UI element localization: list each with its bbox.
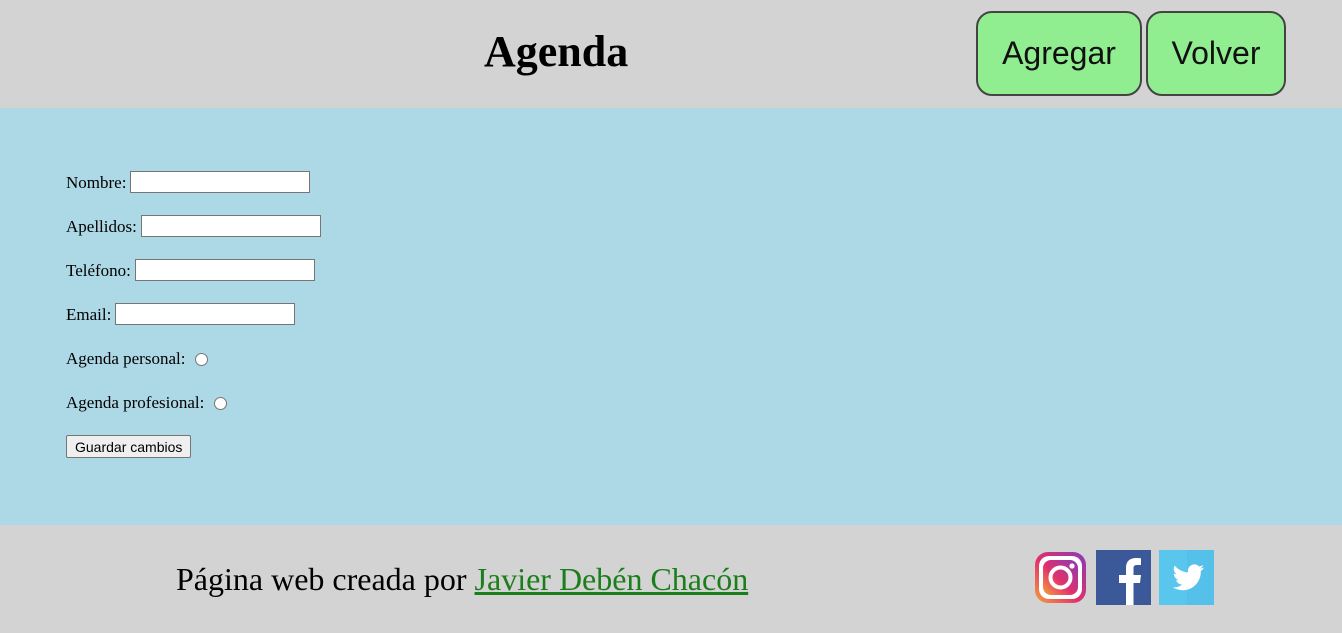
email-label: Email: bbox=[66, 305, 112, 324]
agenda-personal-radio[interactable] bbox=[195, 353, 209, 366]
nombre-label: Nombre: bbox=[66, 173, 127, 192]
email-input[interactable] bbox=[115, 303, 296, 325]
telefono-input[interactable] bbox=[134, 259, 315, 281]
page-footer: Página web creada por Javier Debén Chacó… bbox=[0, 525, 1342, 633]
facebook-icon[interactable] bbox=[1096, 550, 1151, 605]
instagram-icon[interactable] bbox=[1033, 550, 1088, 605]
agenda-personal-row: Agenda personal: bbox=[66, 347, 321, 391]
back-button[interactable]: Volver bbox=[1146, 11, 1286, 96]
page-header: Agenda Agregar Volver bbox=[0, 0, 1342, 108]
apellidos-label: Apellidos: bbox=[66, 217, 137, 236]
save-changes-button[interactable]: Guardar cambios bbox=[66, 435, 192, 458]
agenda-personal-label: Agenda personal: bbox=[66, 349, 186, 368]
nombre-row: Nombre: bbox=[66, 171, 321, 215]
footer-credit-text: Página web creada por bbox=[176, 561, 475, 597]
apellidos-input[interactable] bbox=[140, 215, 321, 237]
nombre-input[interactable] bbox=[130, 171, 311, 193]
main-content: Nombre: Apellidos: Teléfono: Email: Agen… bbox=[0, 108, 1342, 525]
twitter-icon[interactable] bbox=[1159, 550, 1214, 605]
contact-form: Nombre: Apellidos: Teléfono: Email: Agen… bbox=[66, 171, 321, 479]
agenda-profesional-row: Agenda profesional: bbox=[66, 391, 321, 435]
agenda-profesional-radio[interactable] bbox=[214, 397, 228, 410]
telefono-row: Teléfono: bbox=[66, 259, 321, 303]
save-row: Guardar cambios bbox=[66, 435, 321, 479]
add-button[interactable]: Agregar bbox=[976, 11, 1142, 96]
footer-credit: Página web creada por Javier Debén Chacó… bbox=[176, 561, 748, 598]
page-title: Agenda bbox=[484, 27, 629, 76]
email-row: Email: bbox=[66, 303, 321, 347]
agenda-profesional-label: Agenda profesional: bbox=[66, 393, 205, 412]
apellidos-row: Apellidos: bbox=[66, 215, 321, 259]
author-link[interactable]: Javier Debén Chacón bbox=[475, 561, 749, 597]
telefono-label: Teléfono: bbox=[66, 261, 131, 280]
